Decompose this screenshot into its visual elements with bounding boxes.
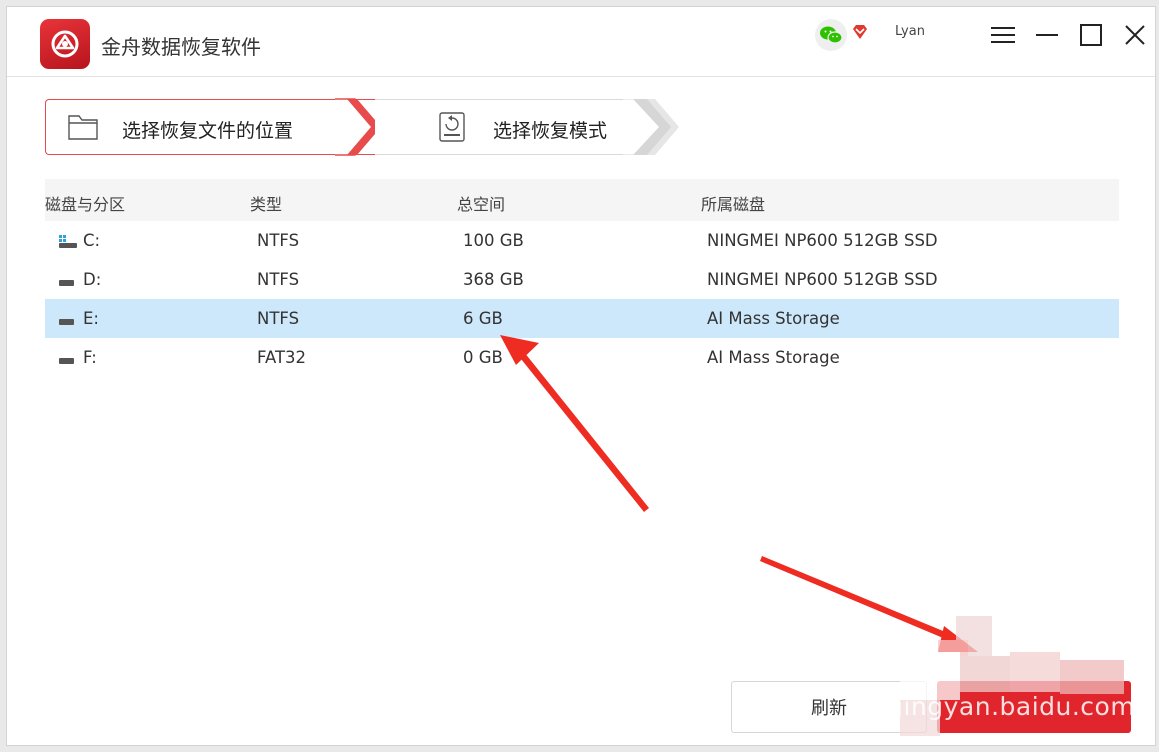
table-row-c[interactable]: C: NTFS 100 GB NINGMEI NP600 512GB SSD [45,221,1119,260]
table-row-e[interactable]: E: NTFS 6 GB AI Mass Storage [45,299,1119,338]
cell-total-space: 0 GB [463,348,503,367]
cell-total-space: 368 GB [463,270,524,289]
username-label[interactable]: Lyan [895,24,925,39]
drive-icon [59,312,77,331]
wechat-icon[interactable] [815,19,847,51]
cell-disk: AI Mass Storage [707,348,840,367]
cell-type: NTFS [257,231,300,250]
close-icon[interactable] [1117,17,1153,53]
table-row-f[interactable]: F: FAT32 0 GB AI Mass Storage [45,338,1119,377]
step-select-location[interactable]: 选择恢复文件的位置 [45,99,375,155]
cell-type: FAT32 [257,348,307,367]
step-indicator: 选择恢复文件的位置 选择恢复模式 [45,98,685,156]
step-select-mode[interactable]: 选择恢复模式 [375,99,625,155]
cell-partition: D: [83,270,102,289]
cell-partition: C: [83,231,101,250]
minimize-icon[interactable] [1029,17,1065,53]
gem-icon[interactable] [851,23,869,41]
table-header: 磁盘与分区 类型 总空间 所属磁盘 [45,179,1119,221]
app-logo-icon [40,19,90,69]
drive-icon [59,273,77,292]
header-disk[interactable]: 所属磁盘 [701,191,765,215]
header-type[interactable]: 类型 [250,191,282,215]
folder-icon [68,114,98,144]
cell-disk: NINGMEI NP600 512GB SSD [707,231,938,250]
title-bar: 金舟数据恢复软件 Lyan [7,7,1155,77]
maximize-icon[interactable] [1073,17,1109,53]
system-drive-icon [59,234,77,253]
drive-icon [59,351,77,370]
header-partition[interactable]: 磁盘与分区 [45,191,125,215]
step-label: 选择恢复文件的位置 [122,120,294,142]
step-label: 选择恢复模式 [493,120,608,142]
menu-icon[interactable] [985,17,1021,53]
cell-disk: NINGMEI NP600 512GB SSD [707,270,938,289]
app-title: 金舟数据恢复软件 [101,35,261,59]
watermark-text: jingyan.baidu.com [896,692,1136,721]
cell-type: NTFS [257,309,300,328]
cell-partition: F: [83,348,97,367]
disk-icon [439,112,465,146]
cell-disk: AI Mass Storage [707,309,840,328]
cell-partition: E: [83,309,99,328]
cell-total-space: 6 GB [463,309,503,328]
cell-type: NTFS [257,270,300,289]
header-total-space[interactable]: 总空间 [457,191,505,215]
step-arrow-icon [623,99,679,155]
partition-table: 磁盘与分区 类型 总空间 所属磁盘 C: NTFS 100 GB NINGMEI… [45,179,1119,377]
cell-total-space: 100 GB [463,231,524,250]
table-row-d[interactable]: D: NTFS 368 GB NINGMEI NP600 512GB SSD [45,260,1119,299]
